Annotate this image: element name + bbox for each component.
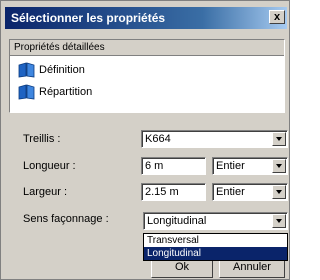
- book-icon: [18, 84, 35, 100]
- treillis-select[interactable]: K664: [141, 130, 288, 148]
- title-bar: Sélectionner les propriétés x: [5, 7, 287, 29]
- chevron-down-icon[interactable]: [272, 185, 286, 199]
- treillis-value: K664: [145, 133, 171, 145]
- chevron-down-icon[interactable]: [272, 132, 286, 146]
- property-item-definition[interactable]: Définition: [18, 61, 85, 79]
- detailed-properties-panel: Propriétés détaillées Définition Réparti…: [9, 39, 285, 113]
- dropdown-option-transversal[interactable]: Transversal: [144, 234, 287, 247]
- chevron-down-icon[interactable]: [272, 214, 286, 228]
- largeur-input[interactable]: 2.15 m: [141, 183, 206, 201]
- largeur-value: 2.15 m: [145, 186, 179, 198]
- sens-faconnage-select[interactable]: Longitudinal: [143, 212, 288, 230]
- sens-faconnage-value: Longitudinal: [147, 215, 207, 227]
- longueur-unit-value: Entier: [216, 160, 245, 172]
- chevron-down-icon[interactable]: [272, 159, 286, 173]
- sens-faconnage-label: Sens façonnage :: [23, 213, 109, 225]
- largeur-unit-select[interactable]: Entier: [212, 183, 288, 201]
- longueur-unit-select[interactable]: Entier: [212, 157, 288, 175]
- longueur-label: Longueur :: [23, 160, 76, 172]
- treillis-label: Treillis :: [23, 133, 61, 145]
- book-icon: [18, 62, 35, 78]
- window-title: Sélectionner les propriétés: [11, 11, 166, 25]
- property-label: Définition: [39, 64, 85, 76]
- longueur-input[interactable]: 6 m: [141, 157, 206, 175]
- dropdown-option-longitudinal[interactable]: Longitudinal: [144, 247, 287, 260]
- select-properties-dialog: Sélectionner les propriétés x Propriétés…: [0, 0, 290, 280]
- longueur-value: 6 m: [145, 160, 164, 172]
- panel-header: Propriétés détaillées: [10, 40, 284, 56]
- largeur-unit-value: Entier: [216, 186, 245, 198]
- property-item-repartition[interactable]: Répartition: [18, 83, 92, 101]
- property-label: Répartition: [39, 86, 93, 98]
- sens-faconnage-dropdown-list: Transversal Longitudinal: [143, 233, 288, 261]
- largeur-label: Largeur :: [23, 186, 68, 198]
- close-button[interactable]: x: [269, 10, 285, 24]
